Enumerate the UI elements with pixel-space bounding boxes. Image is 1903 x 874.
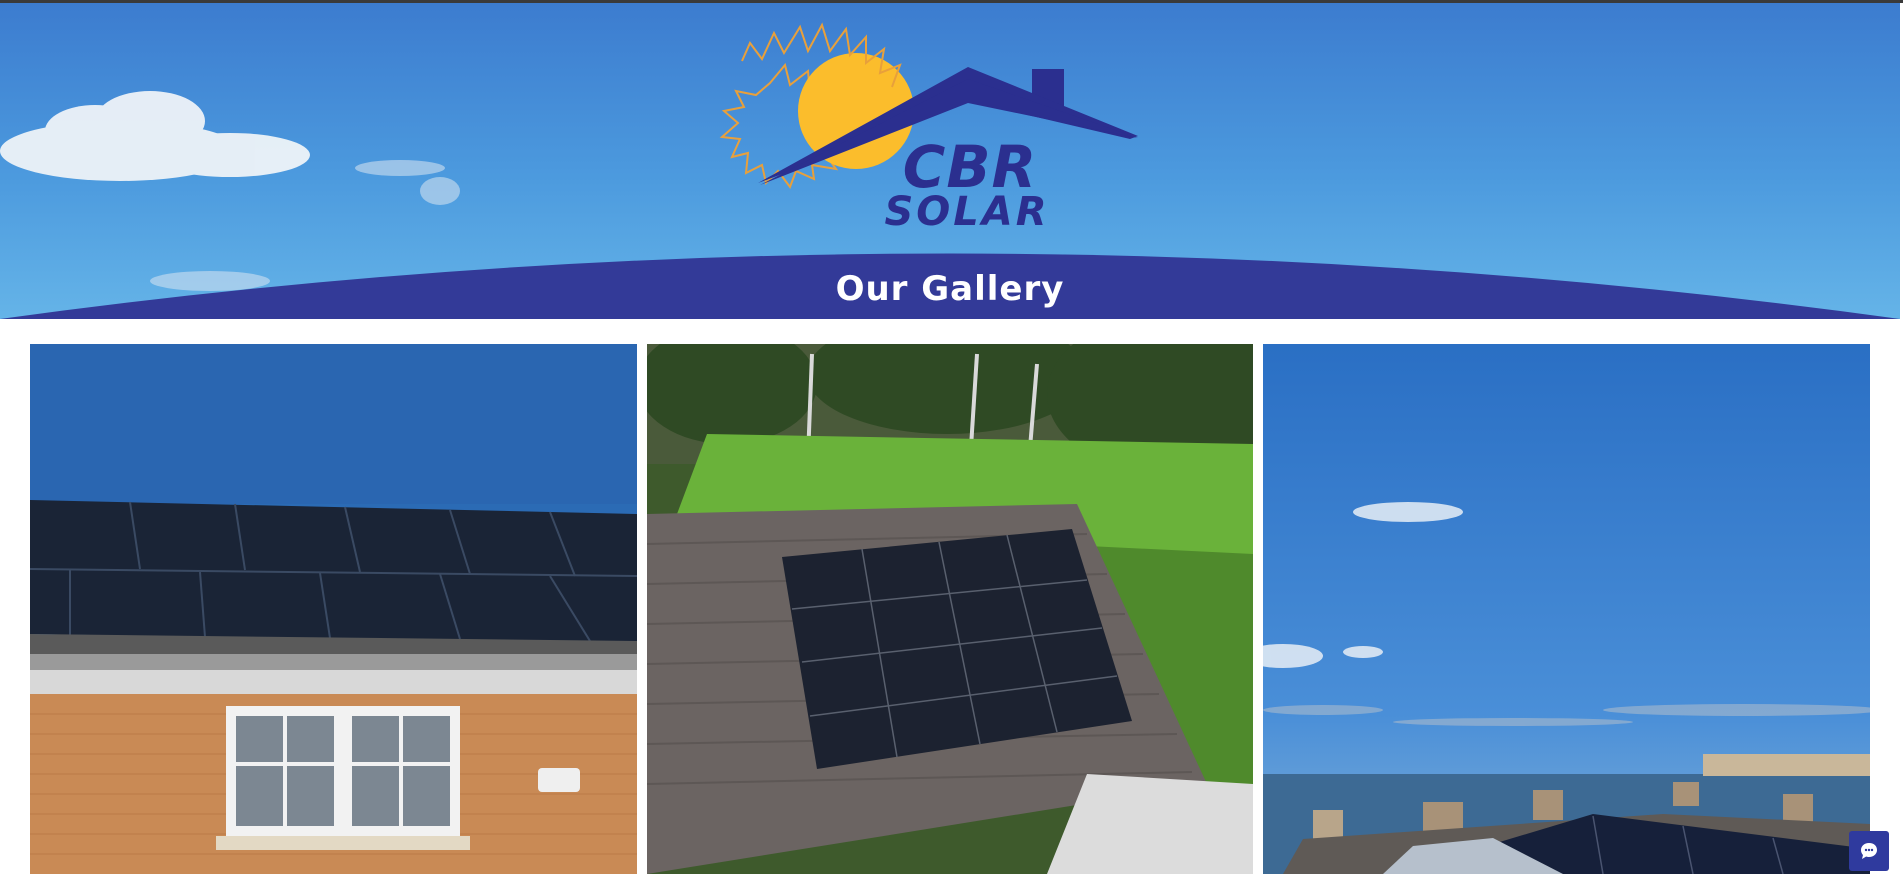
chat-button[interactable] [1849, 831, 1889, 871]
page-title: Our Gallery [835, 269, 1065, 309]
gallery-image-house-roof-panels[interactable] [30, 344, 637, 874]
hero-banner: CBR SOLAR Our Gallery [0, 3, 1900, 319]
chat-bubble-icon [1861, 843, 1877, 859]
gallery-image-coastal-rooftop-panels[interactable] [1263, 344, 1870, 874]
gallery-image-tiled-roof-panels[interactable] [647, 344, 1253, 874]
logo-text-cbr: CBR [902, 133, 1038, 201]
logo-text-solar: SOLAR [884, 189, 1050, 235]
gallery-grid [0, 344, 1903, 874]
